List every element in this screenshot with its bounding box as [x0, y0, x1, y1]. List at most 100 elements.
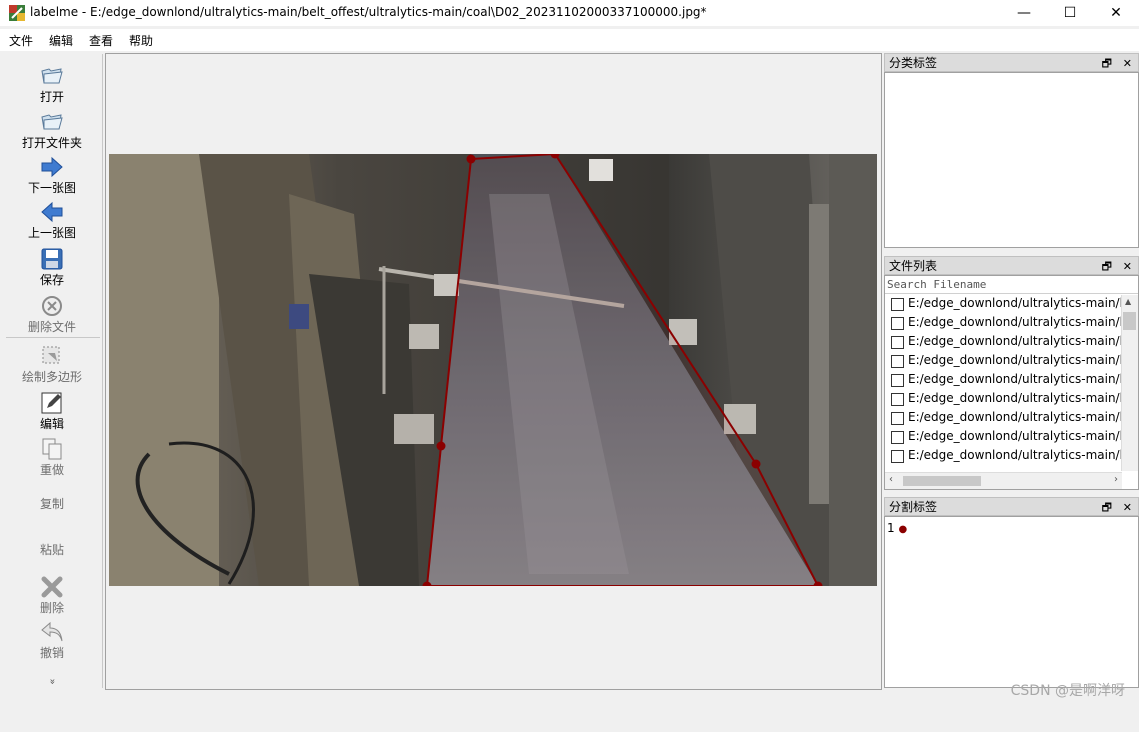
redo-label: 重做: [39, 463, 64, 477]
labels-dock: 分割标签 🗗 ✕ 1 ●: [884, 497, 1139, 688]
file-list-vertical-scrollbar[interactable]: ▲: [1121, 295, 1138, 471]
menu-help[interactable]: 帮助: [129, 32, 153, 49]
maximize-icon: ☐: [1063, 5, 1077, 21]
window-title: labelme - E:/edge_downlond/ultralytics-m…: [30, 5, 707, 19]
file-list-item[interactable]: E:/edge_downlond/ultralytics-main/b: [885, 351, 1138, 370]
polygon-vertex[interactable]: [751, 459, 761, 469]
file-search-input[interactable]: Search Filename: [885, 276, 1138, 294]
create-polygon-button[interactable]: 绘制多边形: [2, 344, 102, 384]
file-list-item[interactable]: E:/edge_downlond/ultralytics-main/b: [885, 446, 1138, 465]
file-name: E:/edge_downlond/ultralytics-main/b: [908, 334, 1128, 348]
file-checkbox[interactable]: [891, 412, 904, 425]
close-icon: ✕: [1110, 5, 1122, 21]
scroll-up-icon[interactable]: ▲: [1125, 297, 1131, 306]
floppy-disk-icon: [41, 248, 63, 270]
open-button[interactable]: 打开: [2, 64, 102, 104]
folder-open-icon: [41, 68, 63, 84]
file-checkbox[interactable]: [891, 393, 904, 406]
file-list-horizontal-scrollbar[interactable]: ‹ ›: [885, 472, 1122, 489]
watermark: CSDN @是啊洋呀: [1010, 683, 1125, 699]
dock-close-icon[interactable]: ✕: [1123, 257, 1132, 276]
dock-close-icon[interactable]: ✕: [1123, 54, 1132, 73]
scroll-right-icon[interactable]: ›: [1114, 474, 1118, 485]
scroll-left-icon[interactable]: ‹: [889, 474, 893, 485]
delete-label: 删除: [39, 601, 64, 615]
arrow-right-icon: [41, 156, 63, 178]
dock-float-icon[interactable]: 🗗: [1102, 498, 1112, 517]
polygon-vertex[interactable]: [436, 441, 446, 451]
file-checkbox[interactable]: [891, 317, 904, 330]
file-checkbox[interactable]: [891, 355, 904, 368]
label-list: 1 ●: [884, 516, 1139, 688]
edit-mode-label: 编辑: [39, 417, 64, 431]
file-name: E:/edge_downlond/ultralytics-main/b: [908, 410, 1128, 424]
dock-float-icon[interactable]: 🗗: [1102, 54, 1112, 73]
flags-list[interactable]: [884, 72, 1139, 248]
file-list-item[interactable]: E:/edge_downlond/ultralytics-main/b: [885, 389, 1138, 408]
label-text: 1: [887, 521, 895, 535]
labels-dock-title: 分割标签 🗗 ✕: [884, 497, 1139, 516]
file-checkbox[interactable]: [891, 374, 904, 387]
minimize-button[interactable]: —: [1001, 0, 1047, 26]
close-button[interactable]: ✕: [1093, 0, 1139, 26]
file-list-item[interactable]: E:/edge_downlond/ultralytics-main/b: [885, 313, 1138, 332]
file-list-item[interactable]: E:/edge_downlond/ultralytics-main/b: [885, 332, 1138, 351]
tool-bar: 打开 打开文件夹 下一张图 上一张图 保存 删除文件 绘制多边形 编辑 重做 复…: [2, 54, 103, 688]
paste-button[interactable]: 粘贴: [2, 541, 102, 557]
next-image-button[interactable]: 下一张图: [2, 155, 102, 195]
redo-button[interactable]: 重做: [2, 437, 102, 477]
file-name: E:/edge_downlond/ultralytics-main/b: [908, 391, 1128, 405]
delete-file-button[interactable]: 删除文件: [2, 294, 102, 334]
scrollbar-thumb[interactable]: [903, 476, 981, 486]
save-button[interactable]: 保存: [2, 247, 102, 287]
file-checkbox[interactable]: [891, 431, 904, 444]
file-name: E:/edge_downlond/ultralytics-main/b: [908, 372, 1128, 386]
folder-open-icon: [41, 114, 63, 130]
file-list: E:/edge_downlond/ultralytics-main/b E:/ed…: [885, 294, 1138, 465]
delete-file-label: 删除文件: [27, 320, 76, 334]
labelme-app-icon: [9, 5, 25, 21]
toolbar-overflow-button[interactable]: »: [47, 632, 58, 732]
file-list-item[interactable]: E:/edge_downlond/ultralytics-main/b: [885, 294, 1138, 313]
delete-x-icon: [41, 576, 63, 598]
label-list-item[interactable]: 1 ●: [887, 521, 1136, 535]
delete-button[interactable]: 删除: [2, 575, 102, 615]
annotation-polygon[interactable]: [425, 154, 820, 586]
copy-button[interactable]: 复制: [2, 495, 102, 511]
image-canvas[interactable]: [105, 53, 882, 690]
open-dir-button[interactable]: 打开文件夹: [2, 110, 102, 150]
file-list-panel: Search Filename E:/edge_downlond/ultraly…: [884, 275, 1139, 490]
file-name: E:/edge_downlond/ultralytics-main/b: [908, 448, 1128, 462]
file-list-item[interactable]: E:/edge_downlond/ultralytics-main/b: [885, 408, 1138, 427]
menu-edit[interactable]: 编辑: [49, 32, 73, 49]
minimize-icon: —: [1017, 5, 1031, 21]
pencil-edit-icon: [41, 392, 62, 414]
arrow-left-icon: [41, 201, 63, 223]
file-list-item[interactable]: E:/edge_downlond/ultralytics-main/b: [885, 370, 1138, 389]
file-checkbox[interactable]: [891, 336, 904, 349]
dock-close-icon[interactable]: ✕: [1123, 498, 1132, 517]
menu-view[interactable]: 查看: [89, 32, 113, 49]
polygon-vertex[interactable]: [466, 154, 476, 164]
scrollbar-thumb[interactable]: [1123, 312, 1136, 330]
edit-mode-button[interactable]: 编辑: [2, 391, 102, 431]
file-list-item[interactable]: E:/edge_downlond/ultralytics-main/b: [885, 427, 1138, 446]
copy-label: 复制: [39, 497, 64, 511]
menu-file[interactable]: 文件: [9, 32, 33, 49]
next-image-label: 下一张图: [27, 181, 76, 195]
file-checkbox[interactable]: [891, 298, 904, 311]
maximize-button[interactable]: ☐: [1047, 0, 1093, 26]
open-dir-label: 打开文件夹: [21, 136, 82, 150]
toolbar-divider: [6, 337, 100, 338]
cancel-circle-icon: [42, 296, 62, 316]
conveyor-belt-photo: [109, 154, 877, 586]
file-list-dock: 文件列表 🗗 ✕ Search Filename E:/edge_downlon…: [884, 256, 1139, 490]
flags-dock-title: 分类标签 🗗 ✕: [884, 53, 1139, 72]
dock-float-icon[interactable]: 🗗: [1102, 257, 1112, 276]
save-label: 保存: [39, 273, 64, 287]
label-color-dot-icon: ●: [898, 524, 908, 535]
polygon-draw-icon: [42, 346, 60, 364]
prev-image-button[interactable]: 上一张图: [2, 200, 102, 240]
polygon-overlay: [422, 154, 823, 586]
file-checkbox[interactable]: [891, 450, 904, 463]
